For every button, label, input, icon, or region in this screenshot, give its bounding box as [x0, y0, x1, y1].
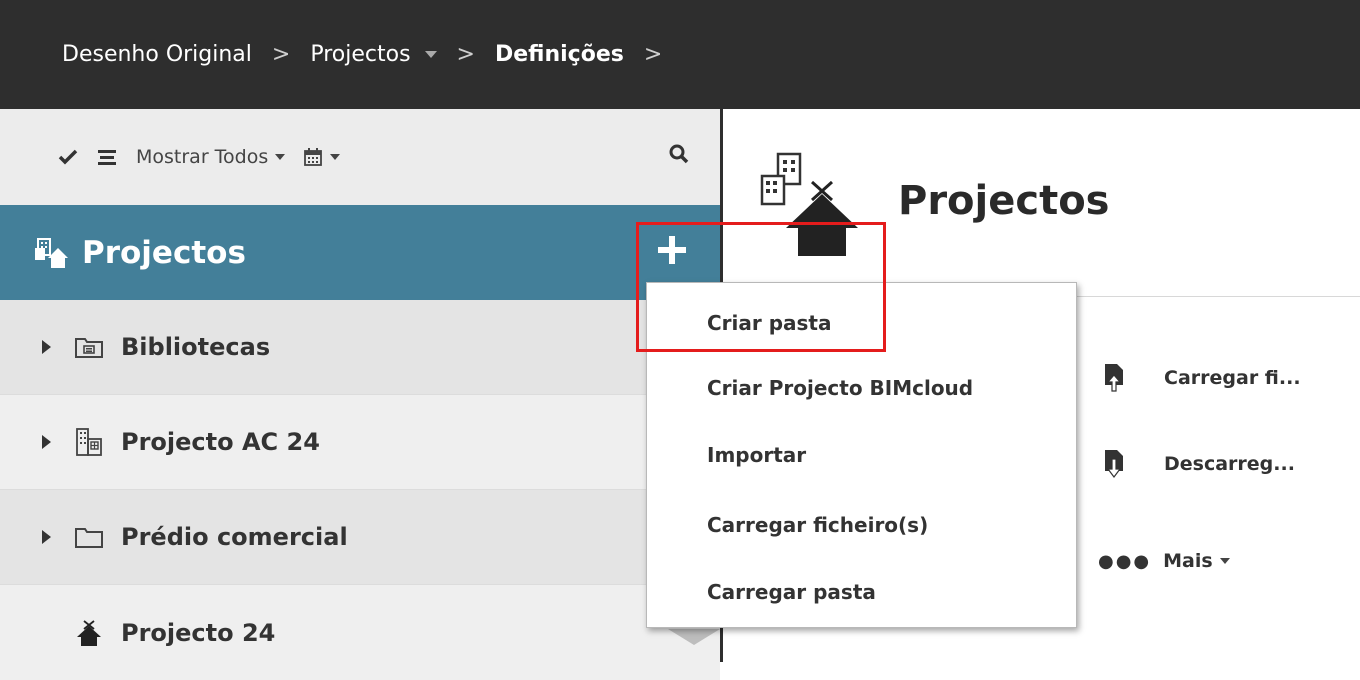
breadcrumb-separator-icon: > — [643, 42, 663, 67]
menu-item-carregar-pasta[interactable]: Carregar pasta — [707, 580, 876, 604]
projects-header: Projectos — [0, 205, 720, 300]
select-all-button[interactable] — [58, 148, 78, 166]
list-item-bibliotecas[interactable]: Bibliotecas — [0, 300, 720, 395]
menu-item-carregar-ficheiros[interactable]: Carregar ficheiro(s) — [707, 513, 928, 537]
project-house-icon — [73, 617, 105, 649]
chevron-down-icon — [1219, 558, 1230, 564]
upload-icon — [1105, 364, 1123, 392]
calendar-icon — [304, 148, 323, 166]
filter-dropdown[interactable]: Mostrar Todos — [136, 146, 286, 168]
action-label: Descarreg... — [1164, 453, 1295, 475]
search-icon — [669, 144, 689, 164]
menu-item-importar[interactable]: Importar — [707, 443, 806, 467]
plus-icon — [658, 236, 686, 264]
list-item-label: Projecto AC 24 — [121, 428, 320, 456]
projects-icon — [35, 237, 68, 268]
list-icon — [98, 150, 116, 165]
more-dropdown[interactable]: ●●● Mais — [1098, 550, 1230, 572]
sidebar-toolbar: Mostrar Todos — [0, 109, 720, 205]
menu-item-criar-pasta[interactable]: Criar pasta — [707, 311, 832, 335]
more-dots-icon: ●●● — [1098, 550, 1152, 572]
list-item-label: Prédio comercial — [121, 523, 348, 551]
date-filter-dropdown[interactable] — [303, 147, 341, 167]
breadcrumb-separator-icon: > — [456, 42, 475, 67]
filter-label: Mostrar Todos — [136, 146, 269, 168]
folder-icon — [73, 521, 105, 553]
chevron-down-icon — [275, 154, 286, 160]
breadcrumb-item-desenho-original[interactable]: Desenho Original — [62, 42, 252, 67]
projects-large-icon — [758, 150, 868, 264]
list-item-label: Projecto 24 — [121, 618, 276, 647]
building-icon — [73, 426, 105, 458]
list-item-projecto-ac-24[interactable]: Projecto AC 24 — [0, 395, 720, 490]
sidebar-title: Projectos — [82, 234, 246, 271]
expand-arrow-icon[interactable] — [42, 340, 51, 354]
chevron-down-icon — [330, 154, 341, 160]
item-options-icon[interactable] — [668, 629, 720, 645]
page-title: Projectos — [898, 178, 1110, 224]
breadcrumb-item-projectos[interactable]: Projectos — [310, 42, 437, 67]
download-button[interactable]: Descarreg... — [1102, 449, 1295, 479]
download-icon — [1105, 450, 1123, 478]
search-button[interactable] — [668, 143, 690, 170]
breadcrumb-separator-icon: > — [271, 42, 291, 67]
add-button[interactable] — [655, 233, 689, 267]
breadcrumb-item-definicoes[interactable]: Definições — [495, 42, 624, 67]
sidebar: Mostrar Todos Projectos Bibliotecas Proj… — [0, 109, 723, 680]
library-folder-icon — [73, 331, 105, 363]
expand-arrow-icon[interactable] — [42, 435, 51, 449]
upload-files-button[interactable]: Carregar fi... — [1102, 363, 1301, 393]
list-item-predio-comercial[interactable]: Prédio comercial — [0, 490, 720, 585]
more-label: Mais — [1163, 550, 1213, 572]
list-item-label: Bibliotecas — [121, 333, 271, 361]
list-item-projecto-24[interactable]: Projecto 24 — [0, 585, 720, 680]
expand-arrow-icon[interactable] — [42, 530, 51, 544]
breadcrumb: Desenho Original > Projectos > Definiçõe… — [0, 0, 1360, 109]
menu-item-criar-projecto-bimcloud[interactable]: Criar Projecto BIMcloud — [707, 376, 973, 400]
add-menu: Criar pasta Criar Projecto BIMcloud Impo… — [646, 282, 1077, 628]
chevron-down-icon[interactable] — [424, 51, 437, 58]
action-label: Carregar fi... — [1164, 367, 1301, 389]
checkmark-icon — [58, 149, 78, 165]
list-view-button[interactable] — [96, 148, 118, 166]
